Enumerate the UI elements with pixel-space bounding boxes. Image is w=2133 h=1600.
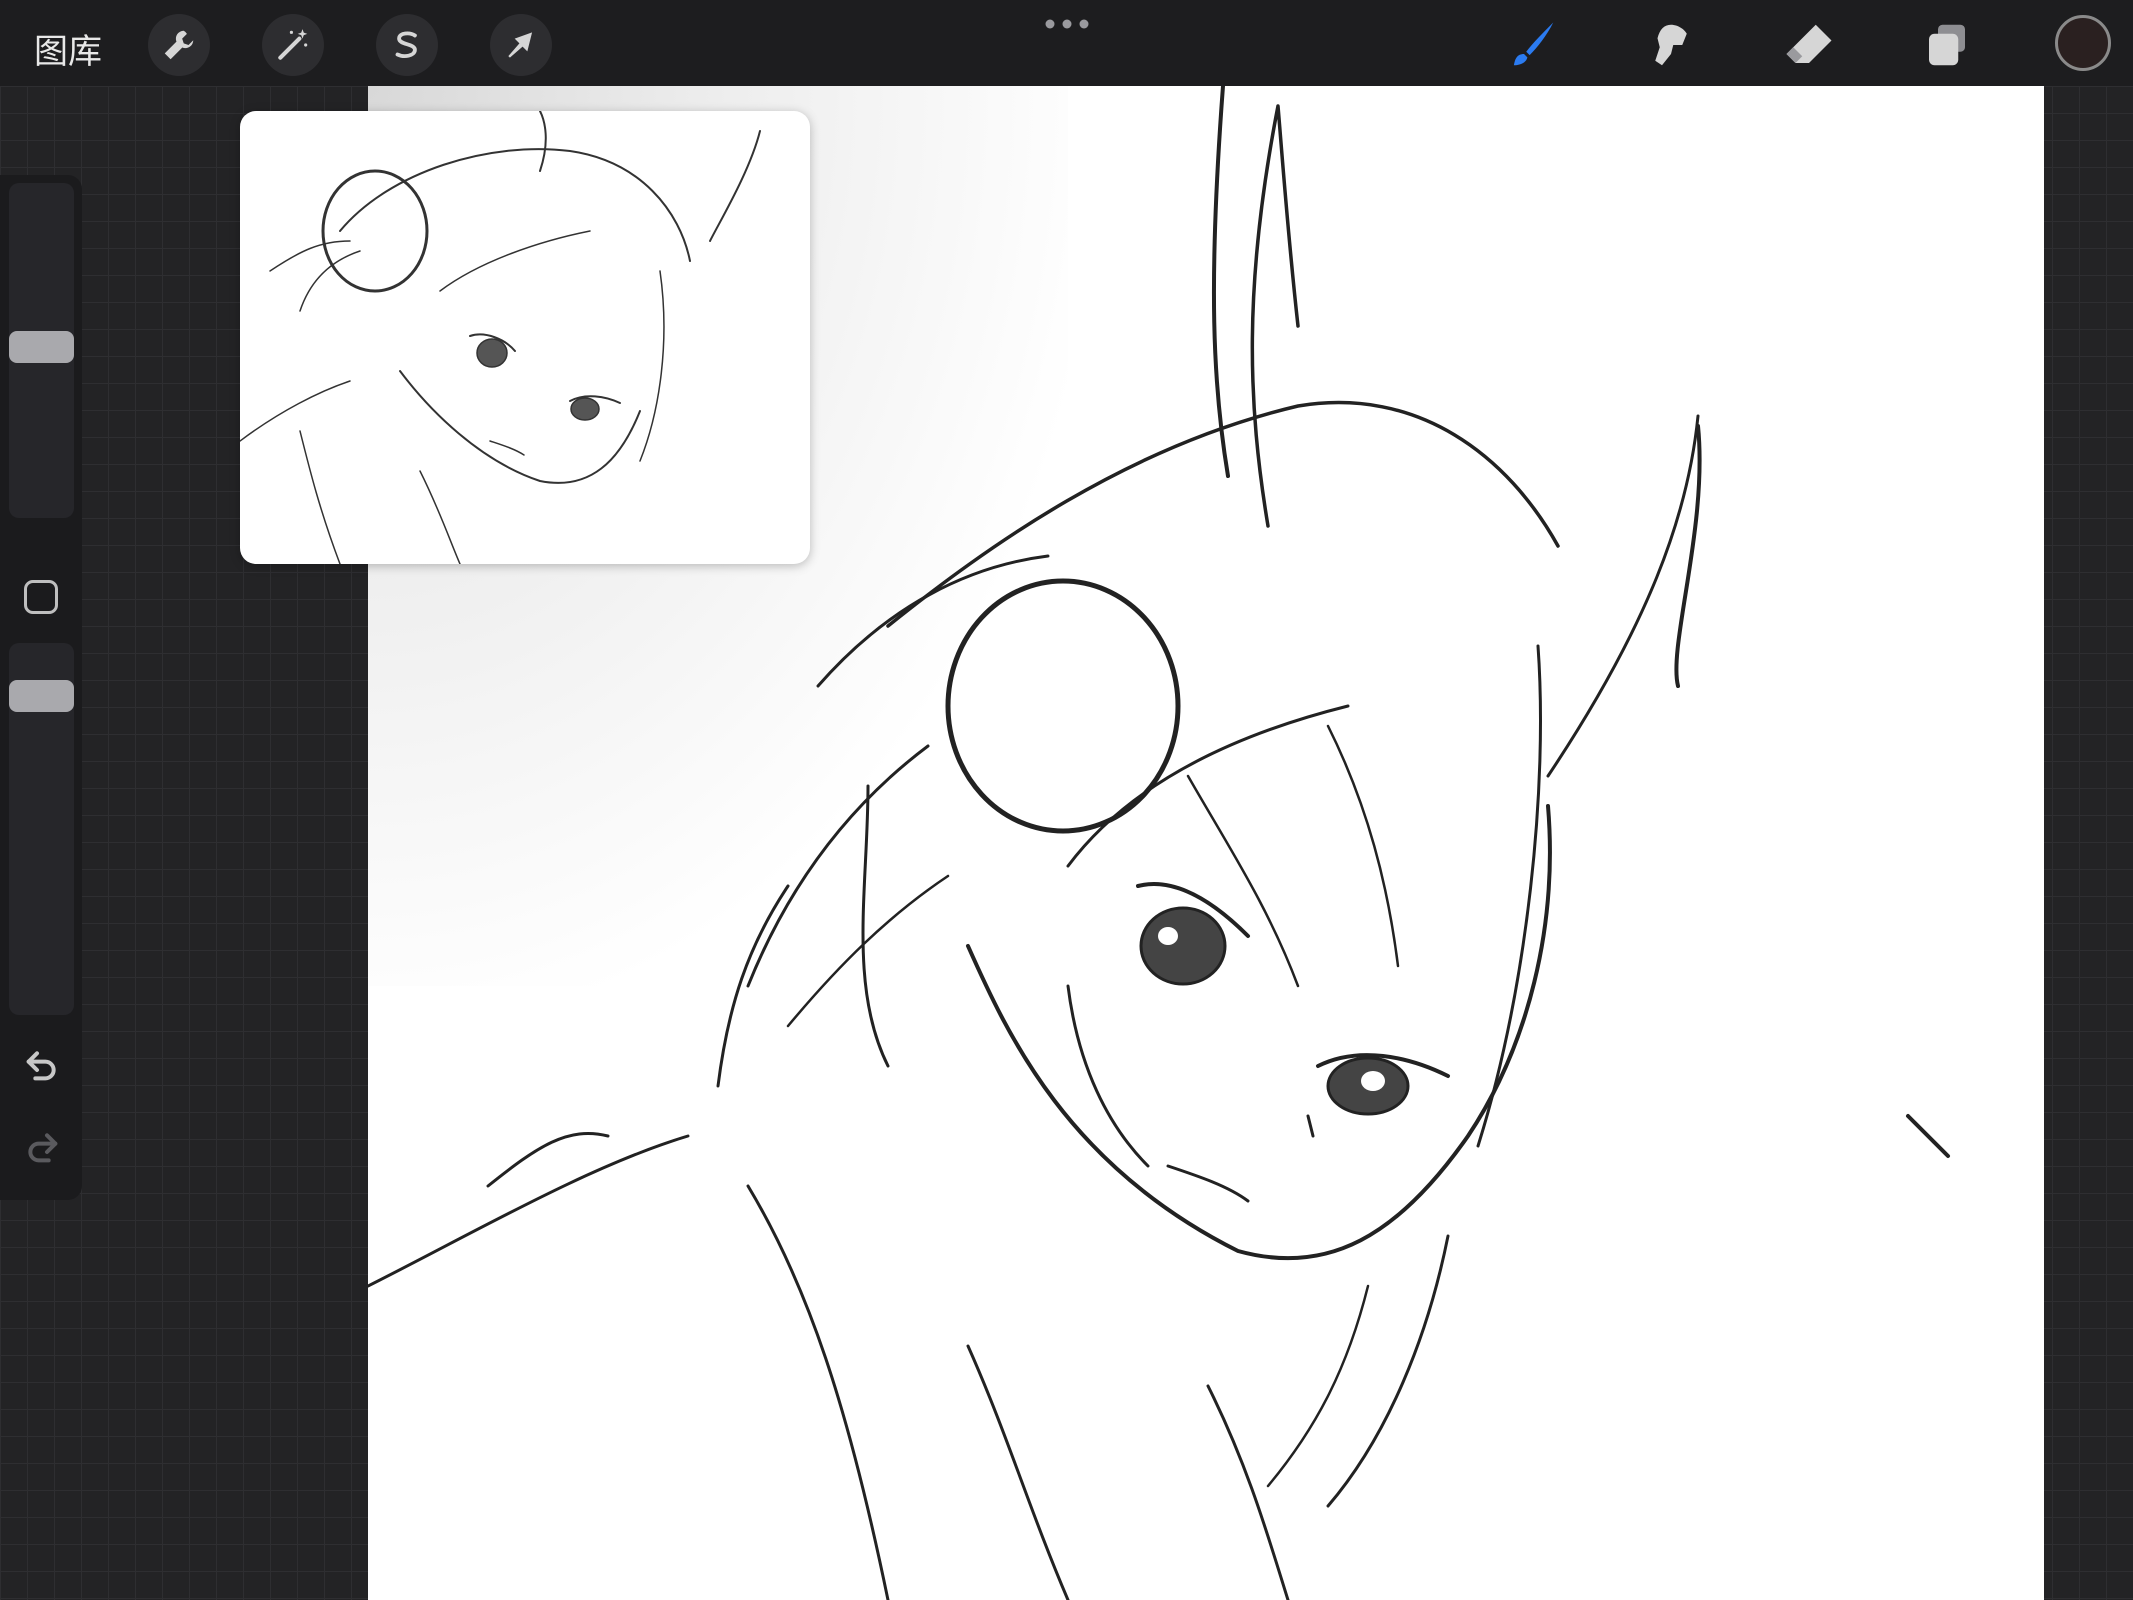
transform-button[interactable] (490, 14, 552, 76)
opacity-thumb[interactable] (9, 680, 74, 712)
brush-size-thumb[interactable] (9, 331, 74, 363)
layers-icon (1929, 24, 1965, 66)
eraser-icon (1786, 24, 1832, 63)
wrench-icon (164, 30, 194, 60)
eraser-tool-button[interactable] (1780, 18, 1838, 72)
smudge-tool-button[interactable] (1642, 18, 1700, 72)
square-modify-icon[interactable] (24, 580, 58, 614)
left-sidebar (0, 175, 82, 1200)
smudge-icon (1655, 24, 1687, 66)
reference-window[interactable] (240, 111, 810, 564)
adjustments-button[interactable] (262, 14, 324, 76)
selection-s-icon (395, 31, 417, 58)
brush-tool-button[interactable] (1504, 18, 1562, 72)
actions-button[interactable] (148, 14, 210, 76)
undo-icon[interactable] (22, 1045, 62, 1085)
brush-icon (1513, 22, 1554, 66)
redo-icon[interactable] (22, 1127, 62, 1167)
magic-wand-icon (278, 29, 308, 60)
top-toolbar: 图库 (0, 0, 2133, 86)
color-picker-button[interactable] (2055, 15, 2111, 71)
selection-button[interactable] (376, 14, 438, 76)
layers-button[interactable] (1918, 18, 1976, 72)
more-dots-icon[interactable] (1044, 18, 1090, 30)
gallery-button[interactable]: 图库 (34, 24, 102, 73)
arrow-cursor-icon (508, 32, 533, 58)
reference-thumbnail (240, 111, 761, 564)
